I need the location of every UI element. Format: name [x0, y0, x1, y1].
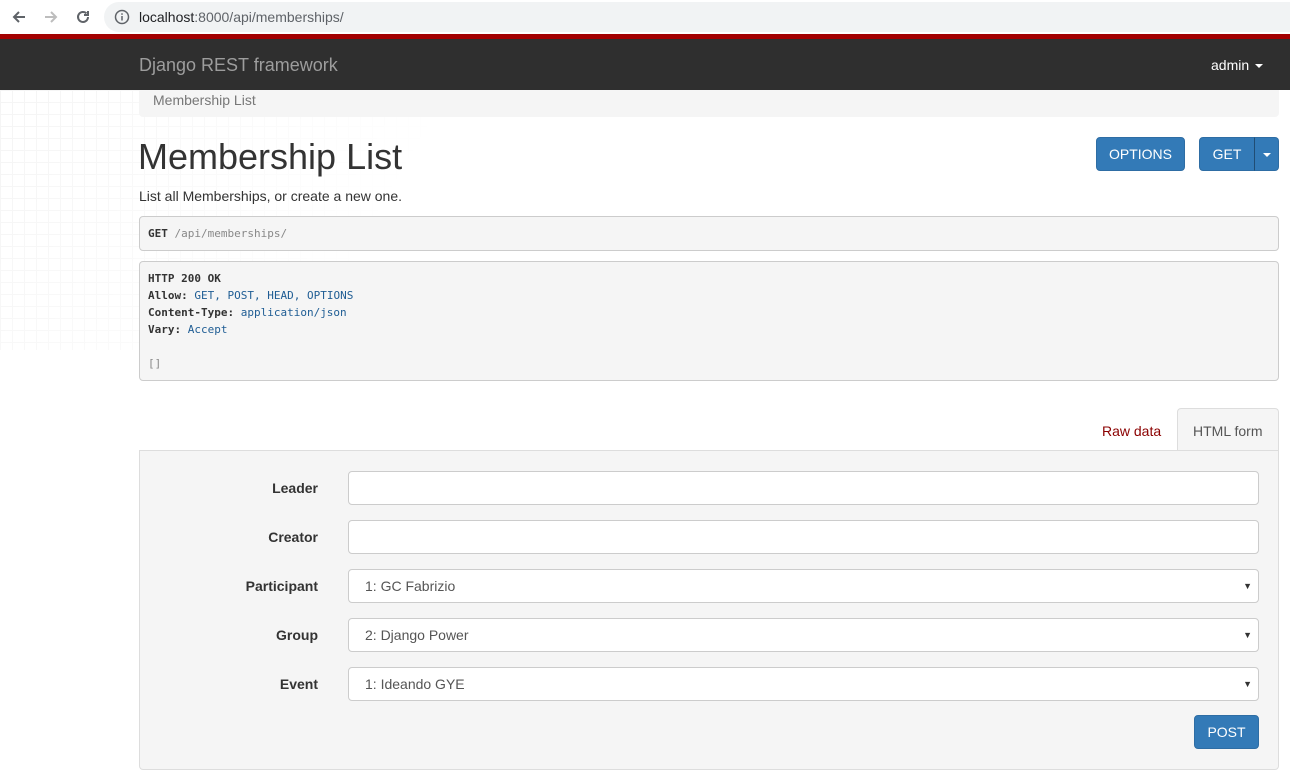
breadcrumb-item-current: Membership List: [153, 92, 256, 108]
select-arrow-icon: ▼: [1243, 630, 1252, 640]
reload-button[interactable]: [71, 5, 95, 29]
participant-label: Participant: [245, 578, 318, 594]
request-method: GET: [148, 227, 168, 240]
leader-input[interactable]: [348, 471, 1259, 505]
group-select[interactable]: 2: Django Power ▼: [348, 618, 1259, 652]
user-name: admin: [1211, 57, 1250, 73]
participant-select[interactable]: 1: GC Fabrizio ▼: [348, 569, 1259, 603]
event-select[interactable]: 1: Ideando GYE ▼: [348, 667, 1259, 701]
html-form: Leader Creator Participant 1: GC Fabrizi…: [139, 450, 1279, 770]
caret-down-icon: [1255, 64, 1264, 68]
tab-raw-data[interactable]: Raw data: [1102, 423, 1161, 439]
arrow-right-icon: [45, 11, 58, 23]
options-button[interactable]: OPTIONS: [1096, 137, 1185, 171]
breadcrumb: Membership List: [139, 90, 1279, 117]
response-header-key: Content-Type:: [148, 306, 235, 319]
response-header-key: Vary:: [148, 323, 182, 336]
response-status: HTTP 200 OK: [148, 272, 221, 285]
participant-selected-value: 1: GC Fabrizio: [365, 578, 456, 594]
post-button[interactable]: POST: [1194, 715, 1259, 749]
tab-html-form[interactable]: HTML form: [1177, 408, 1279, 451]
response-header-value: application/json: [240, 306, 347, 319]
select-arrow-icon: ▼: [1243, 581, 1252, 591]
form-tabs: Raw data HTML form: [139, 408, 1279, 451]
url-text[interactable]: localhost:8000/api/memberships/: [139, 9, 344, 25]
navbar: Django REST framework admin: [0, 39, 1290, 90]
request-info: GET /api/memberships/: [139, 216, 1279, 251]
get-button[interactable]: GET: [1199, 137, 1255, 171]
creator-input[interactable]: [348, 520, 1259, 554]
response-header-value: Accept: [187, 323, 228, 336]
group-label: Group: [276, 627, 318, 643]
forward-button[interactable]: [39, 5, 63, 29]
response-body: []: [148, 357, 162, 370]
arrow-left-icon: [12, 11, 25, 23]
reload-icon: [77, 10, 89, 23]
response-header-value: GET, POST, HEAD, OPTIONS: [194, 289, 354, 302]
caret-down-icon: [1262, 153, 1271, 157]
request-path: /api/memberships/: [174, 227, 288, 240]
tab-html-form-label: HTML form: [1193, 423, 1263, 439]
response-info: HTTP 200 OK Allow: GET, POST, HEAD, OPTI…: [139, 261, 1279, 381]
url-path: :8000/api/memberships/: [194, 9, 344, 25]
brand-link[interactable]: Django REST framework: [139, 55, 338, 76]
response-header-key: Allow:: [148, 289, 188, 302]
back-button[interactable]: [7, 5, 31, 29]
address-bar[interactable]: localhost:8000/api/memberships/: [104, 2, 1290, 32]
creator-label: Creator: [268, 529, 318, 545]
group-selected-value: 2: Django Power: [365, 627, 469, 643]
leader-label: Leader: [272, 480, 318, 496]
event-label: Event: [279, 676, 318, 692]
user-menu[interactable]: admin: [1211, 57, 1264, 73]
get-format-dropdown-button[interactable]: [1254, 137, 1279, 171]
url-host: localhost: [139, 9, 195, 25]
page-description: List all Memberships, or create a new on…: [139, 188, 403, 204]
select-arrow-icon: ▼: [1243, 679, 1252, 689]
info-icon[interactable]: [114, 9, 130, 25]
browser-toolbar: localhost:8000/api/memberships/: [0, 0, 1290, 34]
page-title: Membership List: [138, 136, 403, 177]
event-selected-value: 1: Ideando GYE: [365, 676, 465, 692]
